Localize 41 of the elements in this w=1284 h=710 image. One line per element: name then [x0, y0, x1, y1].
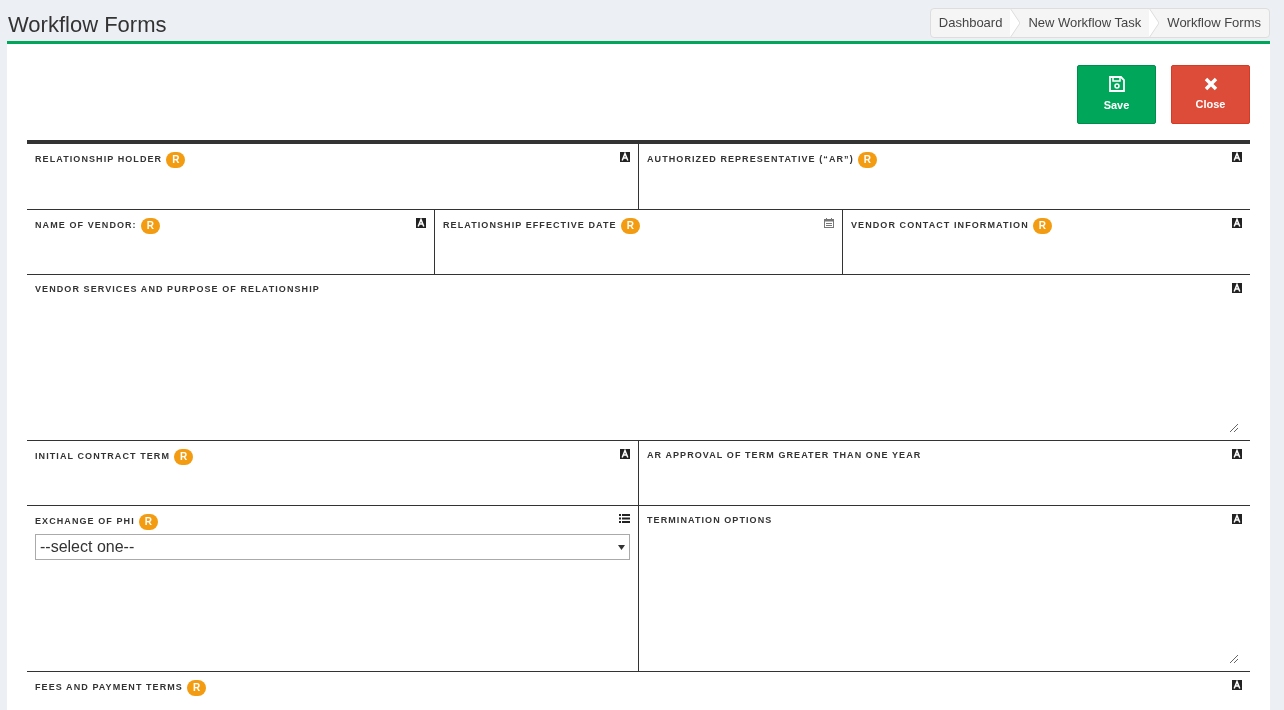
field-label: VENDOR SERVICES AND PURPOSE OF RELATIONSHIP: [35, 283, 320, 296]
required-badge: R: [186, 680, 207, 696]
text-format-icon: [416, 218, 426, 228]
required-badge: R: [620, 218, 640, 234]
resize-handle-icon: [1230, 424, 1238, 432]
resize-handle-icon: [1230, 655, 1238, 663]
text-format-icon: [1232, 449, 1242, 459]
breadcrumb-link[interactable]: Dashboard: [930, 13, 1011, 33]
text-format-icon: [1232, 283, 1242, 293]
required-badge: R: [138, 514, 158, 530]
field-label: RELATIONSHIP EFFECTIVE DATE: [443, 219, 617, 233]
close-icon: [1202, 76, 1219, 93]
field-label: AUTHORIZED REPRESENTATIVE (“AR”): [647, 153, 854, 167]
breadcrumb-link[interactable]: Workflow Forms: [1159, 13, 1269, 33]
text-format-icon: [1232, 514, 1242, 524]
select-dropdown[interactable]: --select one--: [35, 534, 630, 560]
required-badge: R: [166, 152, 186, 168]
text-format-icon: [620, 152, 630, 162]
page-title: Workflow Forms: [8, 11, 167, 39]
text-format-icon: [1232, 152, 1242, 162]
field-label: INITIAL CONTRACT TERM: [35, 450, 170, 464]
field-label: NAME OF VENDOR:: [35, 219, 137, 233]
required-badge: R: [857, 152, 877, 168]
field-label: TERMINATION OPTIONS: [647, 514, 773, 527]
required-badge: R: [1032, 218, 1052, 234]
field-label: EXCHANGE OF PHI: [35, 515, 135, 529]
text-format-icon: [1232, 680, 1242, 690]
required-badge: R: [140, 218, 160, 234]
dropdown-arrow-icon: [618, 544, 625, 550]
text-format-icon: [1232, 218, 1242, 228]
text-format-icon: [620, 449, 630, 459]
list-icon: [619, 514, 630, 523]
calendar-icon: [824, 218, 834, 228]
field-label: RELATIONSHIP HOLDER: [35, 153, 163, 167]
breadcrumb-link[interactable]: New Workflow Task: [1020, 13, 1150, 33]
field-label: AR APPROVAL OF TERM GREATER THAN ONE YEAR: [647, 449, 922, 462]
save-icon: [1107, 75, 1126, 94]
required-badge: R: [174, 449, 194, 465]
field-label: FEES AND PAYMENT TERMS: [35, 681, 183, 695]
close-button[interactable]: Close: [1171, 65, 1250, 124]
field-label: VENDOR CONTACT INFORMATION: [851, 219, 1029, 233]
